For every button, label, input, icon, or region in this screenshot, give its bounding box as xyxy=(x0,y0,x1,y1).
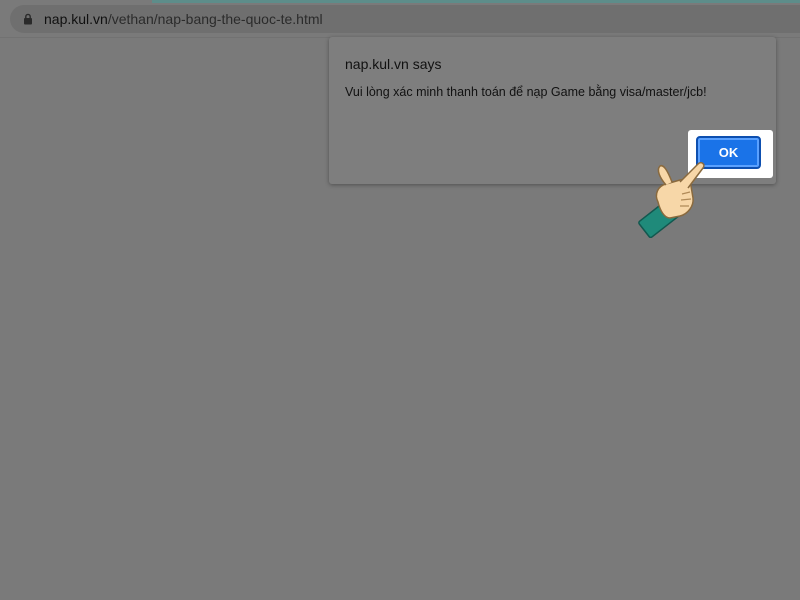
url-host: nap.kul.vn xyxy=(44,11,108,27)
url-path: /vethan/nap-bang-the-quoc-te.html xyxy=(107,11,323,27)
hand-pointer-icon xyxy=(638,162,705,238)
omnibox[interactable]: nap.kul.vn/vethan/nap-bang-the-quoc-te.h… xyxy=(10,5,800,33)
dialog-message: Vui lòng xác minh thanh toán để nạp Game… xyxy=(345,85,707,99)
tab-indicator-strip xyxy=(152,0,800,3)
url-text[interactable]: nap.kul.vn/vethan/nap-bang-the-quoc-te.h… xyxy=(44,11,323,27)
top-accent-strip xyxy=(0,0,800,3)
lock-icon[interactable] xyxy=(22,13,34,25)
dialog-title: nap.kul.vn says xyxy=(345,56,442,72)
address-bar: nap.kul.vn/vethan/nap-bang-the-quoc-te.h… xyxy=(0,0,800,38)
